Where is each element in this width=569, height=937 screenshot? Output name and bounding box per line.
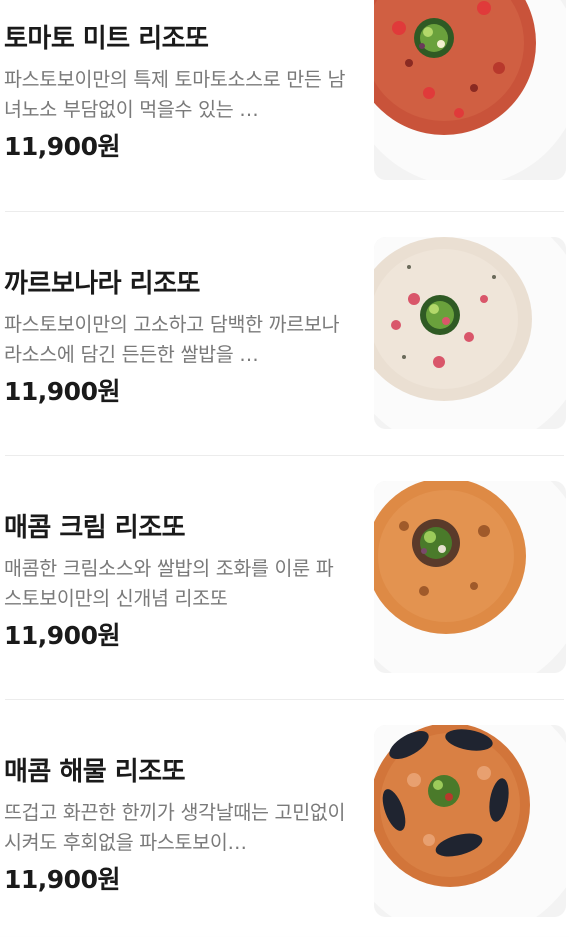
menu-item-price: 11,900원 bbox=[4, 865, 120, 894]
menu-item-name: 까르보나라 리조또 bbox=[4, 269, 200, 299]
menu-item-image[interactable] bbox=[374, 0, 566, 180]
menu-item-image[interactable] bbox=[374, 725, 566, 917]
menu-item-description: 파스토보이만의 특제 토마토소스로 만든 남녀노소 부담없이 먹을수 있는 … bbox=[4, 68, 346, 121]
menu-item-text: 토마토 미트 리조또 파스토보이만의 특제 토마토소스로 만든 남녀노소 부담없… bbox=[4, 22, 349, 163]
menu-item-carbonara-risotto[interactable]: 까르보나라 리조또 파스토보이만의 고소하고 담백한 까르보나라소스에 담긴 든… bbox=[0, 212, 569, 456]
menu-item-text: 까르보나라 리조또 파스토보이만의 고소하고 담백한 까르보나라소스에 담긴 든… bbox=[4, 267, 349, 408]
menu-item-description: 파스토보이만의 고소하고 담백한 까르보나라소스에 담긴 든든한 쌀밥을 … bbox=[4, 313, 340, 366]
menu-item-price: 11,900원 bbox=[4, 377, 120, 406]
menu-item-price: 11,900원 bbox=[4, 132, 120, 161]
menu-item-price: 11,900원 bbox=[4, 621, 120, 650]
carbonara-risotto-photo bbox=[374, 237, 566, 429]
menu-item-text: 매콤 크림 리조또 매콤한 크림소스와 쌀밥의 조화를 이룬 파스토보이만의 신… bbox=[4, 511, 349, 652]
menu-item-name: 매콤 해물 리조또 bbox=[4, 757, 186, 787]
tomato-meat-risotto-photo bbox=[374, 0, 566, 180]
menu-item-name: 토마토 미트 리조또 bbox=[4, 24, 209, 54]
menu-item-image[interactable] bbox=[374, 237, 566, 429]
spicy-cream-risotto-photo bbox=[374, 481, 566, 673]
menu-item-spicy-cream-risotto[interactable]: 매콤 크림 리조또 매콤한 크림소스와 쌀밥의 조화를 이룬 파스토보이만의 신… bbox=[0, 456, 569, 700]
spicy-seafood-risotto-photo bbox=[374, 725, 566, 917]
menu-item-description: 매콤한 크림소스와 쌀밥의 조화를 이룬 파스토보이만의 신개념 리조또 bbox=[4, 557, 334, 610]
menu-item-description: 뜨겁고 화끈한 한끼가 생각날때는 고민없이 시켜도 후회없을 파스토보이… bbox=[4, 801, 346, 854]
menu-item-image[interactable] bbox=[374, 481, 566, 673]
menu-item-spicy-seafood-risotto[interactable]: 매콤 해물 리조또 뜨겁고 화끈한 한끼가 생각날때는 고민없이 시켜도 후회없… bbox=[0, 700, 569, 937]
menu-item-tomato-meat-risotto[interactable]: 토마토 미트 리조또 파스토보이만의 특제 토마토소스로 만든 남녀노소 부담없… bbox=[0, 0, 569, 212]
menu-list: 토마토 미트 리조또 파스토보이만의 특제 토마토소스로 만든 남녀노소 부담없… bbox=[0, 0, 569, 937]
menu-item-text: 매콤 해물 리조또 뜨겁고 화끈한 한끼가 생각날때는 고민없이 시켜도 후회없… bbox=[4, 755, 349, 896]
menu-item-name: 매콤 크림 리조또 bbox=[4, 513, 186, 543]
